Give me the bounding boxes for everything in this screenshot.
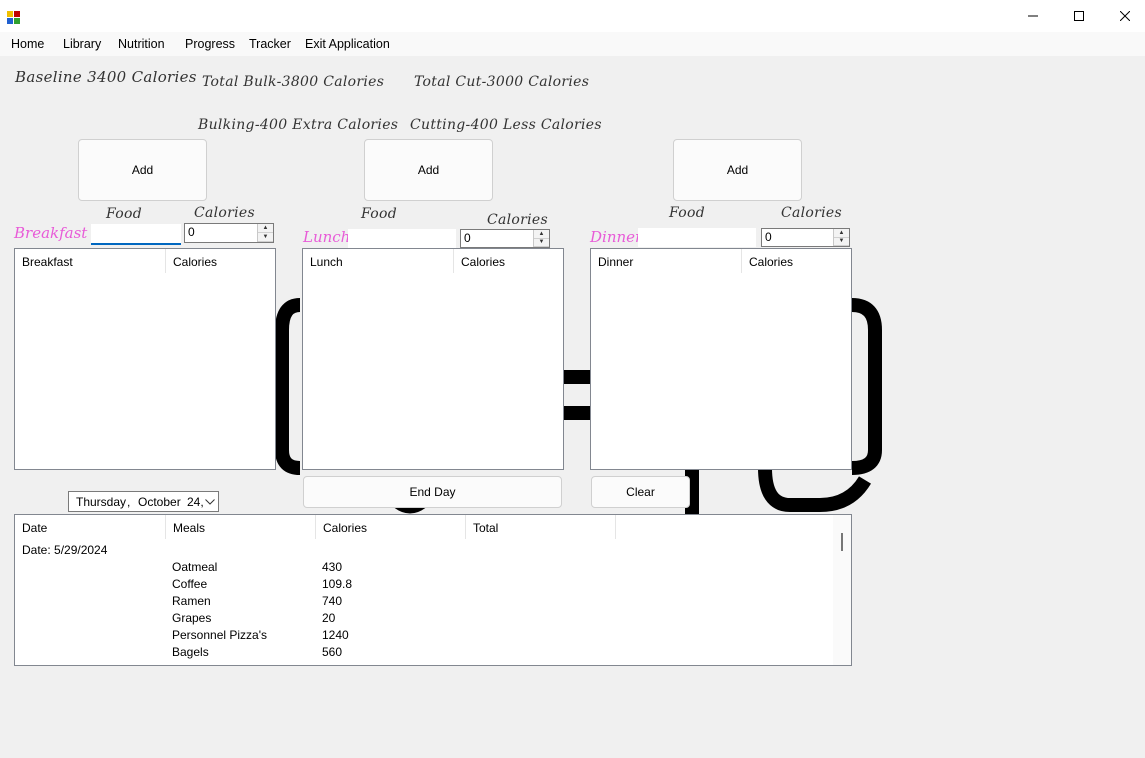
history-date-row: Date: 5/29/2024 <box>22 543 108 557</box>
lunch-title: Lunch <box>303 228 351 246</box>
history-meals-column-header[interactable]: Meals <box>166 515 316 539</box>
history-meal: Coffee <box>172 577 208 591</box>
dinner-calories-label: Calories <box>781 205 843 221</box>
menu-nutrition[interactable]: Nutrition <box>118 32 165 56</box>
date-picker[interactable]: Thursday , October 24, <box>68 491 219 512</box>
history-calories: 740 <box>322 594 343 608</box>
title-bar <box>0 0 1145 32</box>
menu-home[interactable]: Home <box>11 32 44 56</box>
lunch-column-header[interactable]: Lunch <box>303 249 454 273</box>
dinner-calories-column-header[interactable]: Calories <box>742 249 851 273</box>
maximize-icon <box>1074 11 1084 21</box>
total-cut-label: Total Cut-3000 Calories <box>414 74 590 90</box>
spin-down-icon[interactable]: ▼ <box>534 238 549 247</box>
history-calories: 109.8 <box>322 577 353 591</box>
close-button[interactable] <box>1102 0 1145 32</box>
dinner-list[interactable]: Dinner Calories <box>590 248 852 470</box>
add-dinner-button[interactable]: Add <box>673 139 802 201</box>
history-calories: 430 <box>322 560 343 574</box>
menu-tracker[interactable]: Tracker <box>249 32 291 56</box>
add-breakfast-button[interactable]: Add <box>78 139 207 201</box>
add-lunch-button[interactable]: Add <box>364 139 493 201</box>
minimize-icon <box>1028 15 1038 17</box>
date-picker-date: 24, <box>187 495 204 509</box>
baseline-label: Baseline 3400 Calories <box>15 68 197 86</box>
breakfast-food-label: Food <box>106 206 142 222</box>
history-calories: 560 <box>322 645 343 659</box>
lunch-list[interactable]: Lunch Calories <box>302 248 564 470</box>
history-meal: Grapes <box>172 611 212 625</box>
date-picker-day: Thursday <box>76 495 127 509</box>
lunch-food-input[interactable] <box>348 229 456 248</box>
history-total-column-header[interactable]: Total <box>466 515 616 539</box>
lunch-calories-spinner[interactable]: 0 ▲ ▼ <box>460 229 550 248</box>
minimize-button[interactable] <box>1010 0 1056 32</box>
breakfast-calories-value: 0 <box>188 225 195 239</box>
dinner-title: Dinner <box>590 228 643 246</box>
breakfast-list[interactable]: Breakfast Calories <box>14 248 276 470</box>
history-scrollbar[interactable] <box>833 515 851 665</box>
date-picker-separator: , <box>127 495 131 509</box>
total-bulk-label: Total Bulk-3800 Calories <box>202 74 385 90</box>
breakfast-calories-spinner[interactable]: 0 ▲ ▼ <box>184 223 274 243</box>
history-meal: Personnel Pizza's <box>172 628 268 642</box>
spin-up-icon[interactable]: ▲ <box>834 229 849 238</box>
history-calories-column-header[interactable]: Calories <box>316 515 466 539</box>
history-meal: Oatmeal <box>172 560 218 574</box>
bulking-label: Bulking-400 Extra Calories <box>198 117 399 133</box>
breakfast-column-header[interactable]: Breakfast <box>15 249 166 273</box>
app-icon <box>7 9 21 24</box>
lunch-calories-value: 0 <box>464 231 471 245</box>
lunch-calories-label: Calories <box>487 212 549 228</box>
history-scrollbar-thumb[interactable] <box>841 533 843 551</box>
history-date-column-header[interactable]: Date <box>15 515 166 539</box>
date-picker-month: October <box>138 495 181 509</box>
dinner-calories-value: 0 <box>765 230 772 244</box>
dinner-calories-spinner[interactable]: 0 ▲ ▼ <box>761 228 850 247</box>
history-calories: 20 <box>322 611 336 625</box>
menu-progress[interactable]: Progress <box>185 32 235 56</box>
menu-bar <box>0 32 1145 56</box>
maximize-button[interactable] <box>1056 0 1102 32</box>
close-icon <box>1120 11 1130 21</box>
chevron-down-icon[interactable] <box>205 499 215 505</box>
dinner-food-label: Food <box>669 205 705 221</box>
spin-down-icon[interactable]: ▼ <box>258 233 273 242</box>
menu-library[interactable]: Library <box>63 32 101 56</box>
spin-up-icon[interactable]: ▲ <box>534 230 549 239</box>
menu-exit-application[interactable]: Exit Application <box>305 32 390 56</box>
dinner-food-input[interactable] <box>638 228 756 247</box>
breakfast-calories-column-header[interactable]: Calories <box>166 249 316 273</box>
history-meal: Ramen <box>172 594 211 608</box>
history-meal: Bagels <box>172 645 209 659</box>
spin-down-icon[interactable]: ▼ <box>834 237 849 246</box>
clear-button[interactable]: Clear <box>591 476 690 508</box>
history-calories: 1240 <box>322 628 349 642</box>
breakfast-title: Breakfast <box>14 224 88 242</box>
lunch-food-label: Food <box>361 206 397 222</box>
dinner-column-header[interactable]: Dinner <box>591 249 742 273</box>
lunch-calories-column-header[interactable]: Calories <box>454 249 563 273</box>
end-day-button[interactable]: End Day <box>303 476 562 508</box>
breakfast-food-input[interactable] <box>91 224 181 245</box>
breakfast-calories-label: Calories <box>194 205 256 221</box>
history-list[interactable]: Date Meals Calories Total Date: 5/29/202… <box>14 514 852 666</box>
cutting-label: Cutting-400 Less Calories <box>410 117 602 133</box>
spin-up-icon[interactable]: ▲ <box>258 224 273 233</box>
